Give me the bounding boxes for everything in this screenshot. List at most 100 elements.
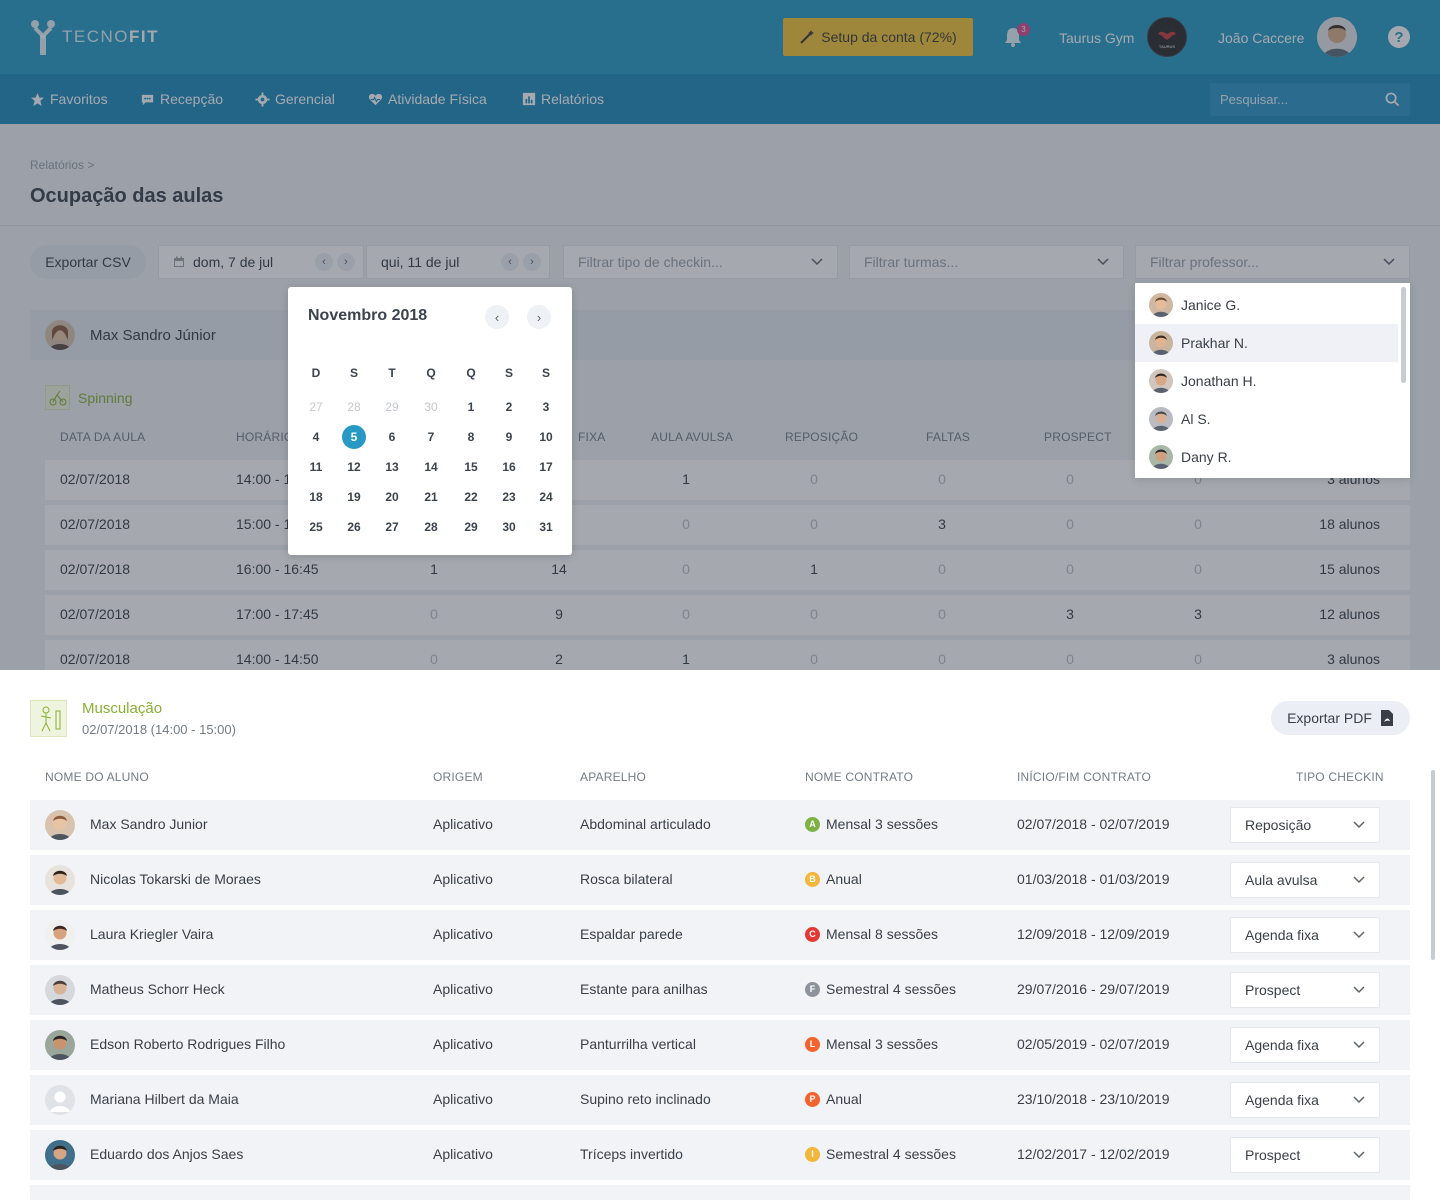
gym-name[interactable]: Taurus Gym [1059, 30, 1134, 46]
report-row[interactable]: 02/07/2018 17:00 - 17:45 0 9 0 0 0 3 3 12 alunos [45, 595, 1410, 635]
user-avatar[interactable] [1317, 17, 1357, 57]
checkin-type-select[interactable]: Prospect [1230, 972, 1380, 1008]
nav-item-gerencial[interactable]: Gerencial [255, 91, 335, 107]
student-row[interactable]: Nicolas Tokarski de Moraes Aplicativo Rosc… [30, 855, 1410, 905]
calendar-day[interactable]: 18 [303, 485, 329, 509]
gym-logo[interactable]: TAURUS [1147, 17, 1187, 57]
nav-item-recepcao[interactable]: Recepção [140, 91, 223, 107]
calendar-next-icon[interactable]: › [527, 305, 551, 329]
calendar-day[interactable]: 6 [379, 425, 405, 449]
student-row[interactable]: Laura Kriegler Vaira Aplicativo Espaldar p… [30, 910, 1410, 960]
calendar-day[interactable]: 29 [458, 515, 484, 539]
calendar-prev-icon[interactable]: ‹ [485, 305, 509, 329]
tecnofit-logo[interactable]: TECNOFIT [30, 18, 159, 56]
filter-turmas-placeholder: Filtrar turmas... [864, 254, 959, 270]
checkin-type-select[interactable]: Aula avulsa [1230, 862, 1380, 898]
calendar-day[interactable]: 16 [496, 455, 522, 479]
calendar-day[interactable]: 30 [418, 395, 444, 419]
report-row[interactable]: 02/07/2018 15:00 - 1 0 0 3 0 0 18 alunos [45, 505, 1410, 545]
filter-professor-select[interactable]: Filtrar professor... [1135, 245, 1410, 279]
contract-name: Anual [826, 871, 862, 887]
calendar-day[interactable]: 28 [341, 395, 367, 419]
breadcrumb[interactable]: Relatórios > [30, 158, 94, 172]
calendar-day[interactable]: 7 [418, 425, 444, 449]
calendar-day[interactable]: 20 [379, 485, 405, 509]
student-row[interactable]: Eduardo dos Anjos Saes Aplicativo Tríceps … [30, 1130, 1410, 1180]
calendar-day[interactable]: 11 [303, 455, 329, 479]
professor-option[interactable]: Janice G. [1135, 286, 1398, 324]
calendar-day[interactable]: 29 [379, 395, 405, 419]
calendar-day[interactable]: 14 [418, 455, 444, 479]
calendar-day[interactable]: 31 [533, 515, 559, 539]
calendar-day[interactable]: 15 [458, 455, 484, 479]
notifications-button[interactable]: 3 [1002, 23, 1030, 51]
export-csv-button[interactable]: Exportar CSV [30, 245, 146, 279]
panel-scrollbar[interactable] [1431, 770, 1435, 960]
calendar-day[interactable]: 21 [418, 485, 444, 509]
nav-item-atividade-fisica[interactable]: Atividade Física [368, 91, 487, 107]
next-day-icon[interactable]: › [523, 253, 541, 271]
student-row[interactable]: Edson Roberto Rodrigues Filho Aplicativo P… [30, 1020, 1410, 1070]
student-contract: A Mensal 3 sessões [805, 816, 938, 832]
calendar-day[interactable]: 25 [303, 515, 329, 539]
checkin-type-select[interactable]: Agenda fixa [1230, 1027, 1380, 1063]
calendar-day[interactable]: 27 [303, 395, 329, 419]
prev-day-icon[interactable]: ‹ [501, 253, 519, 271]
export-pdf-button[interactable]: Exportar PDF [1271, 701, 1410, 735]
professor-dropdown: Janice G. Prakhar N. Jonathan H. Al S. Dany … [1135, 283, 1410, 478]
prev-day-icon[interactable]: ‹ [315, 253, 333, 271]
student-contract: I Semestral 4 sessões [805, 1146, 956, 1162]
calendar-day[interactable]: 24 [533, 485, 559, 509]
calendar-day[interactable]: 26 [341, 515, 367, 539]
checkin-type-select[interactable]: Reposição [1230, 807, 1380, 843]
student-row[interactable]: Matheus Schorr Heck Aplicativo Estante par… [30, 965, 1410, 1015]
calendar-day[interactable]: 23 [496, 485, 522, 509]
date-end-picker[interactable]: qui, 11 de jul ‹ › [366, 245, 550, 279]
professor-avatar [1149, 369, 1173, 393]
user-name[interactable]: João Caccere [1218, 30, 1304, 46]
calendar-day[interactable]: 2 [496, 395, 522, 419]
dropdown-scrollbar[interactable] [1401, 287, 1406, 383]
next-day-icon[interactable]: › [337, 253, 355, 271]
calendar-day[interactable]: 28 [418, 515, 444, 539]
search-input[interactable] [1220, 92, 1380, 107]
checkin-type-select[interactable]: Prospect [1230, 1137, 1380, 1173]
setup-account-button[interactable]: Setup da conta (72%) [783, 18, 973, 56]
filter-checkin-select[interactable]: Filtrar tipo de checkin... [563, 245, 838, 279]
nav-item-favoritos[interactable]: Favoritos [30, 91, 108, 107]
checkin-type-value: Prospect [1245, 1147, 1301, 1163]
student-row[interactable]: Mariana Hilbert da Maia Aplicativo Supino … [30, 1075, 1410, 1125]
calendar-day[interactable]: 30 [496, 515, 522, 539]
date-end-value: qui, 11 de jul [381, 254, 460, 270]
calendar-day[interactable]: 17 [533, 455, 559, 479]
calendar-day[interactable]: 8 [458, 425, 484, 449]
student-origin: Aplicativo [433, 816, 493, 832]
calendar-day[interactable]: 19 [341, 485, 367, 509]
checkin-type-select[interactable]: Agenda fixa [1230, 1082, 1380, 1118]
calendar-day[interactable]: 12 [341, 455, 367, 479]
calendar-day[interactable]: 27 [379, 515, 405, 539]
contract-period: 12/02/2017 - 12/02/2019 [1017, 1146, 1170, 1162]
professor-option[interactable]: Jonathan H. [1135, 362, 1398, 400]
filter-turmas-select[interactable]: Filtrar turmas... [849, 245, 1124, 279]
help-icon[interactable]: ? [1388, 26, 1410, 48]
student-row[interactable]: Max Sandro Junior Aplicativo Abdominal art… [30, 800, 1410, 850]
professor-option[interactable]: Dany R. [1135, 438, 1398, 476]
professor-option[interactable]: Prakhar N. [1135, 324, 1398, 362]
calendar-day[interactable]: 22 [458, 485, 484, 509]
calendar-day[interactable]: 3 [533, 395, 559, 419]
checkin-type-select[interactable]: Agenda fixa [1230, 917, 1380, 953]
calendar-day[interactable]: 4 [303, 425, 329, 449]
calendar-day-selected[interactable]: 5 [342, 425, 366, 449]
calendar-day[interactable]: 9 [496, 425, 522, 449]
calendar-day[interactable]: 10 [533, 425, 559, 449]
search-box[interactable] [1210, 83, 1410, 116]
table-row-partial[interactable] [30, 1185, 1410, 1200]
search-icon[interactable] [1385, 92, 1400, 107]
calendar-day[interactable]: 1 [458, 395, 484, 419]
calendar-day[interactable]: 13 [379, 455, 405, 479]
report-row[interactable]: 02/07/2018 16:00 - 16:45 1 14 0 1 0 0 0 15 alunos [45, 550, 1410, 590]
professor-option[interactable]: Al S. [1135, 400, 1398, 438]
nav-item-relatorios[interactable]: Relatórios [522, 91, 604, 107]
date-start-picker[interactable]: dom, 7 de jul ‹ › [158, 245, 364, 279]
